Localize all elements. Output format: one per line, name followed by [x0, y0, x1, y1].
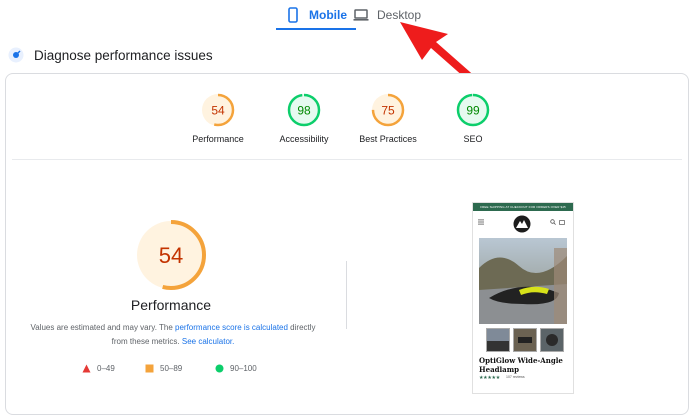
performance-title: Performance: [130, 297, 212, 313]
triangle-icon: [82, 364, 91, 373]
promo-banner: FREE SHIPPING AT CHECKOUT FOR ORDERS OVE…: [473, 203, 573, 211]
gauge-value: 75: [381, 104, 395, 118]
legend-pass: 90–100: [215, 364, 257, 373]
phone-header: [473, 211, 573, 235]
legend-fail-range: 0–49: [97, 364, 115, 373]
gauge-ring: 99: [456, 93, 490, 127]
cart-icon: [559, 220, 565, 225]
legend-average: 50–89: [145, 364, 182, 373]
brand-logo-icon: [513, 215, 531, 233]
performance-gauge-large: 54: [136, 220, 206, 290]
legend-pass-range: 90–100: [230, 364, 257, 373]
tab-mobile-label: Mobile: [309, 8, 347, 22]
score-description: Values are estimated and may vary. The p…: [28, 321, 318, 349]
diagnose-icon: [8, 47, 24, 63]
vertical-divider: [346, 261, 347, 329]
legend-fail: 0–49: [82, 364, 115, 373]
score-gauge-accessibility[interactable]: 98 Accessibility: [264, 92, 344, 144]
report-card: 54 Performance 98 Accessibility 75 Best Pract…: [5, 73, 689, 415]
desc-prefix: Values are estimated and may vary. The: [30, 323, 175, 332]
big-gauge-value: 54: [159, 243, 183, 268]
gauge-ring: 75: [371, 93, 405, 127]
score-legend: 0–49 50–89 90–100: [82, 364, 282, 378]
circle-icon: [215, 364, 224, 373]
hamburger-menu-icon: [478, 219, 484, 225]
gauge-value: 98: [297, 104, 311, 118]
gauge-ring: 98: [287, 93, 321, 127]
gauge-label: Best Practices: [359, 134, 417, 144]
score-gauge-seo[interactable]: 99 SEO: [433, 92, 513, 144]
smartphone-icon: [288, 7, 298, 23]
search-icon: [550, 219, 556, 225]
product-hero-image: [479, 238, 567, 324]
product-thumbnails: [486, 328, 566, 352]
thumbnail-2[interactable]: [513, 328, 537, 352]
score-gauge-best-practices[interactable]: 75 Best Practices: [348, 92, 428, 144]
star-rating: ★★★★★: [479, 375, 500, 381]
tab-mobile[interactable]: Mobile: [276, 0, 356, 30]
tab-desktop-label: Desktop: [376, 8, 422, 22]
thumbnail-3[interactable]: [540, 328, 564, 352]
mobile-screenshot[interactable]: FREE SHIPPING AT CHECKOUT FOR ORDERS OVE…: [472, 202, 574, 394]
gauge-value: 99: [466, 104, 480, 118]
see-calculator-link[interactable]: See calculator.: [182, 337, 234, 346]
active-tab-indicator: [276, 28, 356, 30]
gauge-label: Performance: [192, 134, 244, 144]
review-count: 107 reviews: [506, 375, 525, 379]
score-gauge-performance[interactable]: 54 Performance: [178, 92, 258, 144]
gauge-value: 54: [211, 104, 225, 118]
thumbnail-1[interactable]: [486, 328, 510, 352]
performance-score-link[interactable]: performance score is calculated: [175, 323, 288, 332]
product-title: OptiGlow Wide-Angle Headlamp: [479, 356, 563, 374]
section-title: Diagnose performance issues: [34, 47, 213, 63]
device-tabs: Mobile Desktop: [0, 0, 690, 32]
square-icon: [145, 364, 154, 373]
legend-average-range: 50–89: [160, 364, 183, 373]
gauge-label: Accessibility: [279, 134, 329, 144]
divider: [12, 159, 682, 160]
gauge-ring: 54: [201, 93, 235, 127]
diagnose-header: Diagnose performance issues: [8, 45, 213, 65]
laptop-icon: [353, 9, 369, 21]
gauge-label: SEO: [463, 134, 483, 144]
category-scores: 54 Performance 98 Accessibility 75 Best Pract…: [6, 92, 688, 152]
